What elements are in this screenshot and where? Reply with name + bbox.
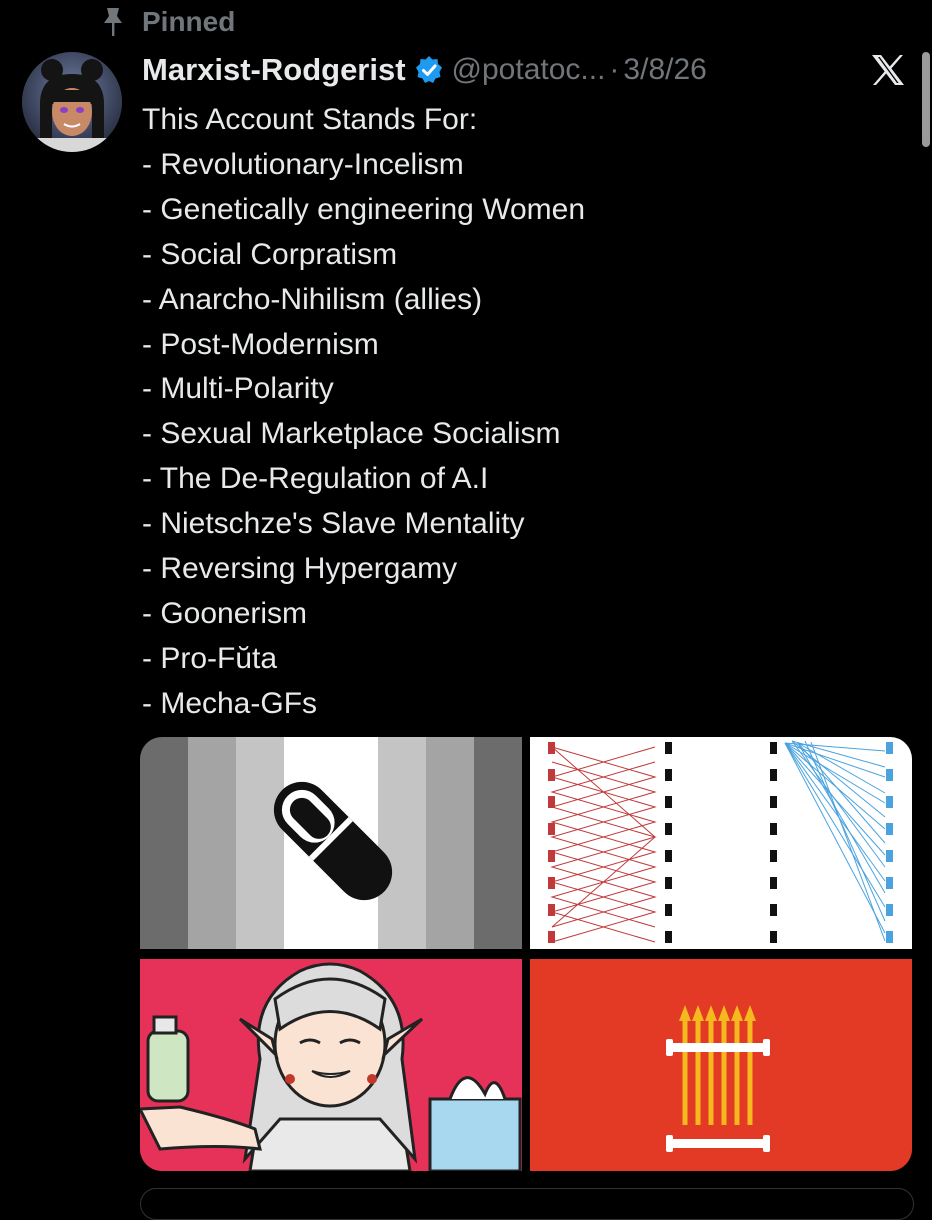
- avatar-image: [22, 52, 122, 152]
- post-line: - Sexual Marketplace Socialism: [142, 417, 561, 451]
- post-line: - Multi-Polarity: [142, 372, 334, 406]
- media-image-anime-character[interactable]: [140, 959, 522, 1171]
- post-line: - Nietschze's Slave Mentality: [142, 507, 525, 541]
- post-line: - Revolutionary-Incelism: [142, 147, 464, 181]
- media-image-figures-diagram[interactable]: [530, 737, 912, 949]
- avatar[interactable]: [22, 52, 122, 152]
- media-image-arrows-fence-flag[interactable]: [530, 959, 912, 1171]
- post-header: Marxist-Rodgerist @potatoc... · 3/8/26: [142, 48, 906, 92]
- scrollbar[interactable]: [922, 52, 930, 147]
- pinned-indicator: Pinned: [100, 4, 235, 40]
- post-line: - Goonerism: [142, 596, 308, 630]
- media-image-pill-flag[interactable]: [140, 737, 522, 949]
- handle[interactable]: @potatoc...: [452, 53, 606, 87]
- post-line: - The De-Regulation of A.I: [142, 462, 489, 496]
- media-grid: [140, 737, 912, 1171]
- separator-dot: ·: [609, 53, 620, 86]
- post-line: - Pro-Fŭta: [142, 641, 278, 675]
- post-date[interactable]: 3/8/26: [623, 53, 706, 87]
- post-line: - Post-Modernism: [142, 327, 379, 361]
- post-line: - Genetically engineering Women: [142, 192, 586, 226]
- post-text: This Account Stands For: - Revolutionary…: [142, 98, 902, 727]
- post-line: - Anarcho-Nihilism (allies): [142, 282, 483, 316]
- x-logo-icon[interactable]: [870, 54, 906, 86]
- post-line: - Reversing Hypergamy: [142, 552, 458, 586]
- pinned-label: Pinned: [142, 6, 236, 37]
- quoted-post-edge: [140, 1188, 914, 1220]
- pin-icon: [104, 8, 122, 36]
- post-line: - Mecha-GFs: [142, 686, 318, 720]
- post-line: - Social Corpratism: [142, 237, 398, 271]
- display-name[interactable]: Marxist-Rodgerist: [142, 52, 406, 88]
- verified-badge-icon: [415, 56, 442, 83]
- post-line: This Account Stands For:: [142, 103, 478, 136]
